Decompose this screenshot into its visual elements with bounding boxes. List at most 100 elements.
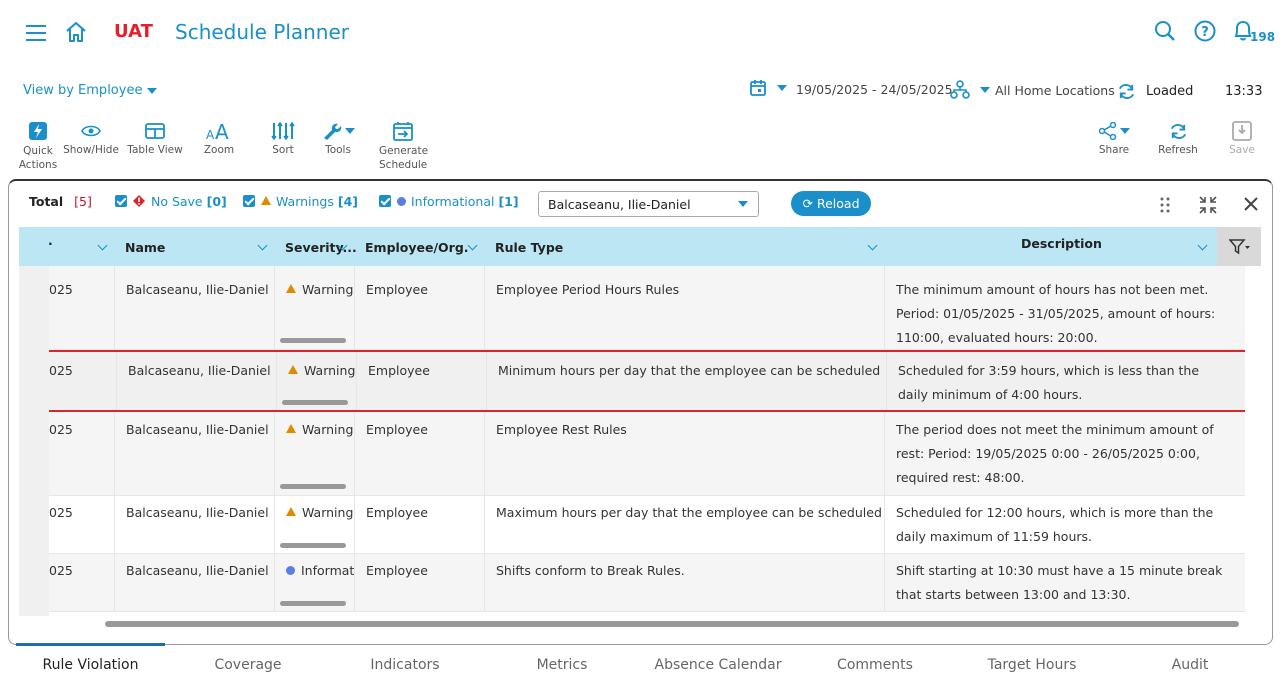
tab-coverage[interactable]: Coverage xyxy=(188,657,308,673)
checkbox-icon[interactable] xyxy=(115,195,127,207)
total-label: Total xyxy=(29,194,64,209)
zoom-button[interactable]: AA Zoom xyxy=(189,118,249,156)
warnings-label: Warnings xyxy=(275,194,334,209)
chevron-down-icon[interactable] xyxy=(257,240,268,251)
informational-filter[interactable]: Informational [1] xyxy=(379,194,519,209)
column-filter-button[interactable] xyxy=(1217,227,1261,266)
table-view-button[interactable]: Table View xyxy=(125,118,185,156)
table-row[interactable]: 025 Balcaseanu, Ilie-Daniel Informati Em… xyxy=(49,554,1245,612)
table-row[interactable]: 025 Balcaseanu, Ilie-Daniel Warning Empl… xyxy=(49,266,1245,350)
tab-rule-violation[interactable]: Rule Violation xyxy=(16,657,165,673)
description-cell: The period does not meet the minimum amo… xyxy=(896,422,1214,485)
chevron-down-icon xyxy=(345,128,355,134)
employee-select[interactable]: Balcaseanu, Ilie-Daniel xyxy=(538,191,759,217)
quick-actions-button[interactable]: Quick Actions xyxy=(8,118,68,172)
error-icon xyxy=(132,195,145,207)
tab-indicators[interactable]: Indicators xyxy=(345,657,465,673)
drag-handle-icon[interactable] xyxy=(1158,196,1172,218)
informational-count: [1] xyxy=(498,194,519,209)
quick-actions-label: Quick Actions xyxy=(18,145,58,171)
view-by-dropdown[interactable]: View by Employee xyxy=(23,83,158,98)
checkbox-icon[interactable] xyxy=(379,195,391,207)
sort-button[interactable]: Sort xyxy=(253,118,313,156)
filter-icon xyxy=(1229,239,1250,255)
menu-icon[interactable] xyxy=(26,25,46,41)
cell-scrollbar[interactable] xyxy=(282,400,348,405)
help-icon[interactable]: ? xyxy=(1193,19,1217,47)
description-column-header[interactable]: Description xyxy=(1021,236,1102,251)
no-save-label: No Save xyxy=(150,194,203,209)
severity-column-header[interactable]: Severity... xyxy=(285,240,357,255)
tab-audit[interactable]: Audit xyxy=(1130,657,1250,673)
cell-scrollbar[interactable] xyxy=(280,484,346,489)
chevron-down-icon[interactable] xyxy=(1197,240,1208,251)
tab-absence-calendar[interactable]: Absence Calendar xyxy=(648,657,788,673)
load-status: Loaded xyxy=(1146,84,1194,99)
cell-scrollbar[interactable] xyxy=(280,338,346,343)
warning-icon xyxy=(286,284,296,293)
save-button[interactable]: Save xyxy=(1212,118,1272,156)
table-icon xyxy=(145,123,165,139)
org-cell: Employee xyxy=(368,363,430,378)
close-icon[interactable] xyxy=(1243,196,1259,216)
zoom-label: Zoom xyxy=(203,144,235,156)
table-row-selected[interactable]: 025 Balcaseanu, Ilie-Daniel Warning Empl… xyxy=(49,350,1245,412)
checkbox-icon[interactable] xyxy=(243,195,255,207)
sync-icon[interactable] xyxy=(1117,82,1136,105)
filter-bar: Total [5] xyxy=(29,194,92,209)
svg-text:A: A xyxy=(206,128,215,141)
cell-scrollbar[interactable] xyxy=(280,543,346,548)
generate-schedule-button[interactable]: Generate Schedule xyxy=(373,118,433,172)
rule-type-column-header[interactable]: Rule Type xyxy=(495,240,563,255)
environment-label: UAT xyxy=(114,21,153,42)
wrench-icon xyxy=(324,123,342,140)
calendar-icon xyxy=(750,80,766,96)
horizontal-scrollbar[interactable] xyxy=(105,621,1239,627)
table-row[interactable]: 025 Balcaseanu, Ilie-Daniel Warning Empl… xyxy=(49,496,1245,554)
chevron-down-icon xyxy=(980,87,991,93)
date-column-header[interactable]: · xyxy=(48,236,53,251)
chevron-down-icon xyxy=(738,201,748,207)
show-hide-button[interactable]: Show/Hide xyxy=(61,118,121,156)
locations-dropdown[interactable] xyxy=(950,80,991,104)
name-column-header[interactable]: Name xyxy=(125,240,165,255)
tools-button[interactable]: Tools xyxy=(308,118,368,156)
chevron-down-icon[interactable] xyxy=(867,240,878,251)
description-cell: Shift starting at 10:30 must have a 15 m… xyxy=(896,563,1223,602)
info-icon xyxy=(396,197,406,206)
page-title: Schedule Planner xyxy=(175,20,350,44)
no-save-filter[interactable]: No Save [0] xyxy=(115,194,227,209)
refresh-button[interactable]: Refresh xyxy=(1148,118,1208,156)
search-icon[interactable] xyxy=(1153,19,1177,47)
warning-icon xyxy=(260,196,271,205)
chevron-down-icon[interactable] xyxy=(97,240,108,251)
org-cell: Employee xyxy=(366,422,428,437)
name-cell: Balcaseanu, Ilie-Daniel xyxy=(128,363,271,378)
save-label: Save xyxy=(1229,144,1255,156)
chevron-down-icon[interactable] xyxy=(467,240,478,251)
cell-scrollbar[interactable] xyxy=(280,601,346,606)
collapse-icon[interactable] xyxy=(1198,195,1218,219)
calendar-dropdown[interactable] xyxy=(749,79,788,101)
rule-type-cell: Employee Period Hours Rules xyxy=(496,282,680,297)
rule-type-cell: Maximum hours per day that the employee … xyxy=(496,505,882,520)
name-cell: Balcaseanu, Ilie-Daniel xyxy=(126,563,269,578)
row-selector-strip xyxy=(19,266,49,616)
tab-metrics[interactable]: Metrics xyxy=(502,657,622,673)
share-label: Share xyxy=(1098,144,1130,156)
share-button[interactable]: Share xyxy=(1084,118,1144,156)
reload-button[interactable]: ⟳ Reload xyxy=(791,191,871,216)
tab-target-hours[interactable]: Target Hours xyxy=(972,657,1092,673)
employee-org-column-header[interactable]: Employee/Org. xyxy=(365,240,469,255)
notification-count: 198 xyxy=(1250,30,1276,44)
org-cell: Employee xyxy=(366,282,428,297)
rule-type-cell: Shifts conform to Break Rules. xyxy=(496,563,685,578)
home-icon[interactable] xyxy=(64,20,88,48)
org-cell: Employee xyxy=(366,505,428,520)
table-row[interactable]: 025 Balcaseanu, Ilie-Daniel Warning Empl… xyxy=(49,412,1245,496)
org-cell: Employee xyxy=(366,563,428,578)
warnings-filter[interactable]: Warnings [4] xyxy=(243,194,358,209)
calendar-arrow-icon xyxy=(393,122,413,141)
tab-comments[interactable]: Comments xyxy=(815,657,935,673)
table-view-label: Table View xyxy=(127,144,183,156)
